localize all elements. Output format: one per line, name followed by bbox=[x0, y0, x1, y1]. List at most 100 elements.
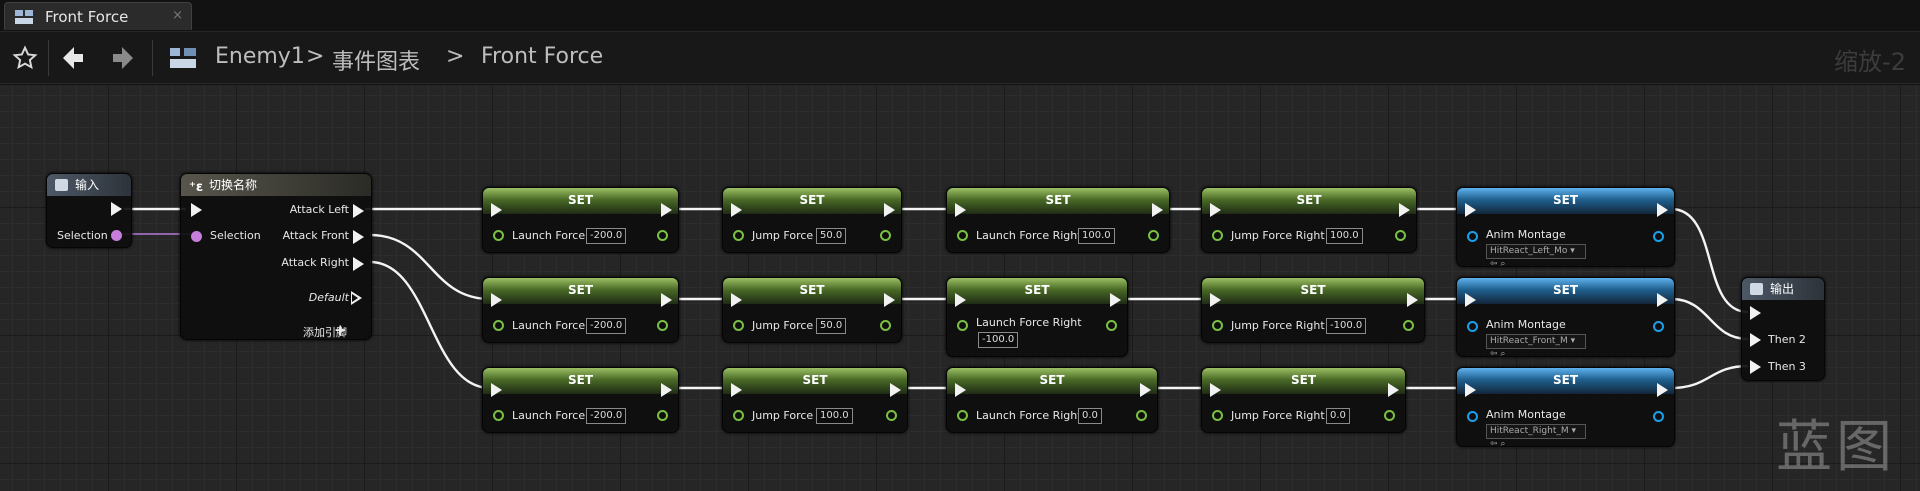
object-output-pin[interactable] bbox=[1653, 411, 1664, 422]
set-jump-force-node[interactable]: SET Jump Force 100.0 bbox=[722, 367, 908, 433]
float-input-pin[interactable] bbox=[733, 410, 744, 421]
value-field[interactable]: -100.0 bbox=[978, 332, 1019, 348]
float-output-pin[interactable] bbox=[880, 320, 891, 331]
value-field[interactable]: -200.0 bbox=[586, 408, 627, 424]
set-jump-force-right-node[interactable]: SET Jump Force Right 0.0 bbox=[1201, 367, 1406, 433]
object-output-pin[interactable] bbox=[1653, 321, 1664, 332]
exec-output-pin[interactable] bbox=[661, 203, 672, 217]
asset-selector[interactable]: HitReact_Left_Mo ▾ ⇦ ⌕ bbox=[1486, 244, 1586, 269]
exec-input-pin[interactable] bbox=[491, 383, 502, 397]
exec-input-pin[interactable] bbox=[1210, 293, 1221, 307]
object-input-pin[interactable] bbox=[1467, 231, 1478, 242]
value-field[interactable]: -100.0 bbox=[1326, 318, 1367, 334]
set-anim-montage-node[interactable]: SET Anim Montage HitReact_Front_M ▾ ⇦ ⌕ bbox=[1456, 277, 1675, 359]
attack-front-pin[interactable] bbox=[353, 230, 364, 244]
attack-right-pin[interactable] bbox=[353, 257, 364, 271]
set-launch-force-node[interactable]: SET Launch Force -200.0 bbox=[482, 367, 679, 433]
value-field[interactable]: 100.0 bbox=[1078, 228, 1115, 244]
value-field[interactable]: -200.0 bbox=[586, 318, 627, 334]
float-input-pin[interactable] bbox=[957, 230, 968, 241]
object-input-pin[interactable] bbox=[1467, 321, 1478, 332]
exec-output-pin[interactable] bbox=[1152, 203, 1163, 217]
exec-input-pin[interactable] bbox=[1465, 293, 1476, 307]
float-output-pin[interactable] bbox=[1136, 410, 1147, 421]
exec-output-pin[interactable] bbox=[1140, 383, 1151, 397]
switch-on-name-node[interactable]: ⁺ɛ 切换名称 Selection Attack Left Attack Fro… bbox=[180, 173, 372, 340]
float-input-pin[interactable] bbox=[493, 320, 504, 331]
set-anim-montage-node[interactable]: SET Anim Montage HitReact_Right_M ▾ ⇦ ⌕ bbox=[1456, 367, 1675, 449]
float-input-pin[interactable] bbox=[733, 230, 744, 241]
exec-output-pin[interactable] bbox=[661, 383, 672, 397]
exec-output-pin[interactable] bbox=[1657, 203, 1668, 217]
value-field[interactable]: 100.0 bbox=[816, 408, 853, 424]
set-jump-force-right-node[interactable]: SET Jump Force Right 100.0 bbox=[1201, 187, 1417, 253]
float-input-pin[interactable] bbox=[957, 410, 968, 421]
float-input-pin[interactable] bbox=[1212, 410, 1223, 421]
asset-selector[interactable]: HitReact_Right_M ▾ ⇦ ⌕ bbox=[1486, 424, 1586, 449]
set-launch-force-right-node[interactable]: SET Launch Force Right 100.0 bbox=[946, 187, 1170, 253]
set-jump-force-node[interactable]: SET Jump Force 50.0 bbox=[722, 187, 902, 253]
set-anim-montage-node[interactable]: SET Anim Montage HitReact_Left_Mo ▾ ⇦ ⌕ bbox=[1456, 187, 1675, 269]
float-output-pin[interactable] bbox=[880, 230, 891, 241]
set-launch-force-right-node[interactable]: SET Launch Force Right 0.0 bbox=[946, 367, 1158, 433]
exec-output-pin[interactable] bbox=[1657, 293, 1668, 307]
selection-input-pin[interactable] bbox=[191, 231, 202, 242]
float-input-pin[interactable] bbox=[493, 410, 504, 421]
float-output-pin[interactable] bbox=[1106, 320, 1117, 331]
set-launch-force-node[interactable]: SET Launch Force -200.0 bbox=[482, 277, 679, 343]
float-input-pin[interactable] bbox=[493, 230, 504, 241]
exec-input-pin[interactable] bbox=[731, 203, 742, 217]
exec-input-pin[interactable] bbox=[731, 383, 742, 397]
then-2-pin[interactable] bbox=[1750, 333, 1761, 347]
exec-output-pin[interactable] bbox=[1110, 293, 1121, 307]
exec-input-pin[interactable] bbox=[1465, 203, 1476, 217]
exec-input-pin[interactable] bbox=[955, 383, 966, 397]
exec-output-pin[interactable] bbox=[661, 293, 672, 307]
exec-output-pin[interactable] bbox=[884, 293, 895, 307]
output-node[interactable]: 输出 Then 2 Then 3 bbox=[1741, 277, 1825, 381]
value-field[interactable]: 100.0 bbox=[1326, 228, 1363, 244]
float-input-pin[interactable] bbox=[957, 320, 968, 331]
exec-output-pin[interactable] bbox=[884, 203, 895, 217]
value-field[interactable]: 0.0 bbox=[1078, 408, 1102, 424]
exec-output-pin[interactable] bbox=[1399, 203, 1410, 217]
exec-output-pin[interactable] bbox=[1657, 383, 1668, 397]
exec-input-pin[interactable] bbox=[491, 203, 502, 217]
attack-left-pin[interactable] bbox=[353, 204, 364, 218]
value-field[interactable]: 50.0 bbox=[816, 228, 847, 244]
then-3-pin[interactable] bbox=[1750, 360, 1761, 374]
exec-output-pin[interactable] bbox=[111, 202, 122, 216]
float-output-pin[interactable] bbox=[1395, 230, 1406, 241]
float-output-pin[interactable] bbox=[657, 320, 668, 331]
exec-input-pin[interactable] bbox=[955, 293, 966, 307]
value-field[interactable]: -200.0 bbox=[586, 228, 627, 244]
exec-input-pin[interactable] bbox=[491, 293, 502, 307]
value-field[interactable]: 50.0 bbox=[816, 318, 847, 334]
float-output-pin[interactable] bbox=[657, 410, 668, 421]
asset-selector[interactable]: HitReact_Front_M ▾ ⇦ ⌕ bbox=[1486, 334, 1586, 359]
exec-input-pin[interactable] bbox=[955, 203, 966, 217]
float-output-pin[interactable] bbox=[1403, 320, 1414, 331]
exec-input-pin[interactable] bbox=[1210, 203, 1221, 217]
input-node[interactable]: 输入 Selection bbox=[46, 173, 132, 248]
exec-output-pin[interactable] bbox=[890, 383, 901, 397]
exec-output-pin[interactable] bbox=[1388, 383, 1399, 397]
exec-input-pin[interactable] bbox=[191, 203, 202, 217]
set-jump-force-right-node[interactable]: SET Jump Force Right -100.0 bbox=[1201, 277, 1425, 343]
object-input-pin[interactable] bbox=[1467, 411, 1478, 422]
float-output-pin[interactable] bbox=[657, 230, 668, 241]
exec-output-pin[interactable] bbox=[1407, 293, 1418, 307]
selection-output-pin[interactable] bbox=[111, 230, 122, 241]
set-launch-force-right-node[interactable]: SET Launch Force Right -100.0 bbox=[946, 277, 1128, 357]
float-output-pin[interactable] bbox=[1384, 410, 1395, 421]
object-output-pin[interactable] bbox=[1653, 231, 1664, 242]
set-jump-force-node[interactable]: SET Jump Force 50.0 bbox=[722, 277, 902, 343]
exec-input-pin[interactable] bbox=[1750, 306, 1761, 320]
value-field[interactable]: 0.0 bbox=[1326, 408, 1350, 424]
exec-input-pin[interactable] bbox=[1465, 383, 1476, 397]
float-input-pin[interactable] bbox=[1212, 230, 1223, 241]
set-launch-force-node[interactable]: SET Launch Force -200.0 bbox=[482, 187, 679, 253]
float-input-pin[interactable] bbox=[1212, 320, 1223, 331]
float-input-pin[interactable] bbox=[733, 320, 744, 331]
add-pin-icon[interactable]: + bbox=[334, 321, 347, 339]
